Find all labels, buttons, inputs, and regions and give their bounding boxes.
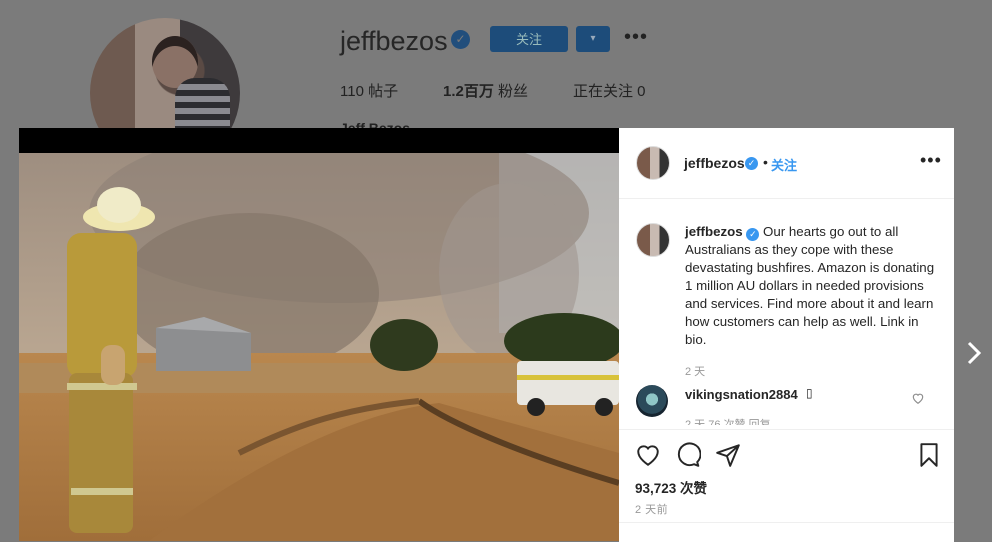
caption-avatar[interactable] [636,223,670,257]
next-post-chevron-right-icon[interactable] [964,338,984,368]
post-sidebar: jeffbezos ✓ • 关注 ••• jeffbezos ✓ Our hea… [619,128,954,542]
caption-time: 2 天 [685,366,706,378]
divider [619,522,954,523]
following-count[interactable]: 正在关注 0 [573,80,646,101]
verified-badge-icon: ✓ [745,157,758,170]
likes-count[interactable]: 93,723 次赞 [635,477,707,497]
share-send-icon[interactable] [715,442,741,468]
comment-like-heart-icon[interactable] [911,391,925,405]
comment-username[interactable]: vikingsnation2884 [685,387,798,402]
more-options-icon[interactable]: ••• [624,26,648,49]
comment-text: ▯ [806,386,813,400]
caption-username[interactable]: jeffbezos [685,224,743,239]
bookmark-save-icon[interactable] [916,442,942,468]
post-caption: jeffbezos ✓ Our hearts go out to all Aus… [685,223,940,349]
posts-count: 110 帖子 [340,83,399,100]
post-photo [19,128,619,541]
post-date: 2 天前 [635,504,669,516]
profile-username: jeffbezos [340,26,448,56]
header-username[interactable]: jeffbezos [684,155,745,171]
like-heart-icon[interactable] [635,442,661,468]
more-options-icon[interactable]: ••• [920,150,942,171]
commenter-avatar[interactable] [636,385,668,417]
comment-item: vikingsnation2884 ▯ 2 天 76 次赞 回复 [619,383,954,428]
post-header: jeffbezos ✓ • 关注 ••• [619,128,954,199]
followers-count[interactable]: 1.2百万 粉丝 [443,80,528,101]
separator-dot: • [763,154,768,170]
post-modal: jeffbezos ✓ • 关注 ••• jeffbezos ✓ Our hea… [19,128,954,542]
chevron-down-icon[interactable]: ▾ [576,26,610,52]
header-follow-button[interactable]: 关注 [771,155,797,174]
post-actions: 93,723 次赞 2 天前 [619,429,954,542]
comment-meta: 2 天 76 次赞 回复 [685,419,771,425]
verified-badge-icon: ✓ [451,30,470,49]
verified-badge-icon: ✓ [746,228,760,241]
author-avatar[interactable] [636,146,670,180]
caption-text: Our hearts go out to all Australians as … [685,224,935,347]
comment-bubble-icon[interactable] [675,442,701,468]
profile-follow-button[interactable]: 关注 [490,26,568,52]
